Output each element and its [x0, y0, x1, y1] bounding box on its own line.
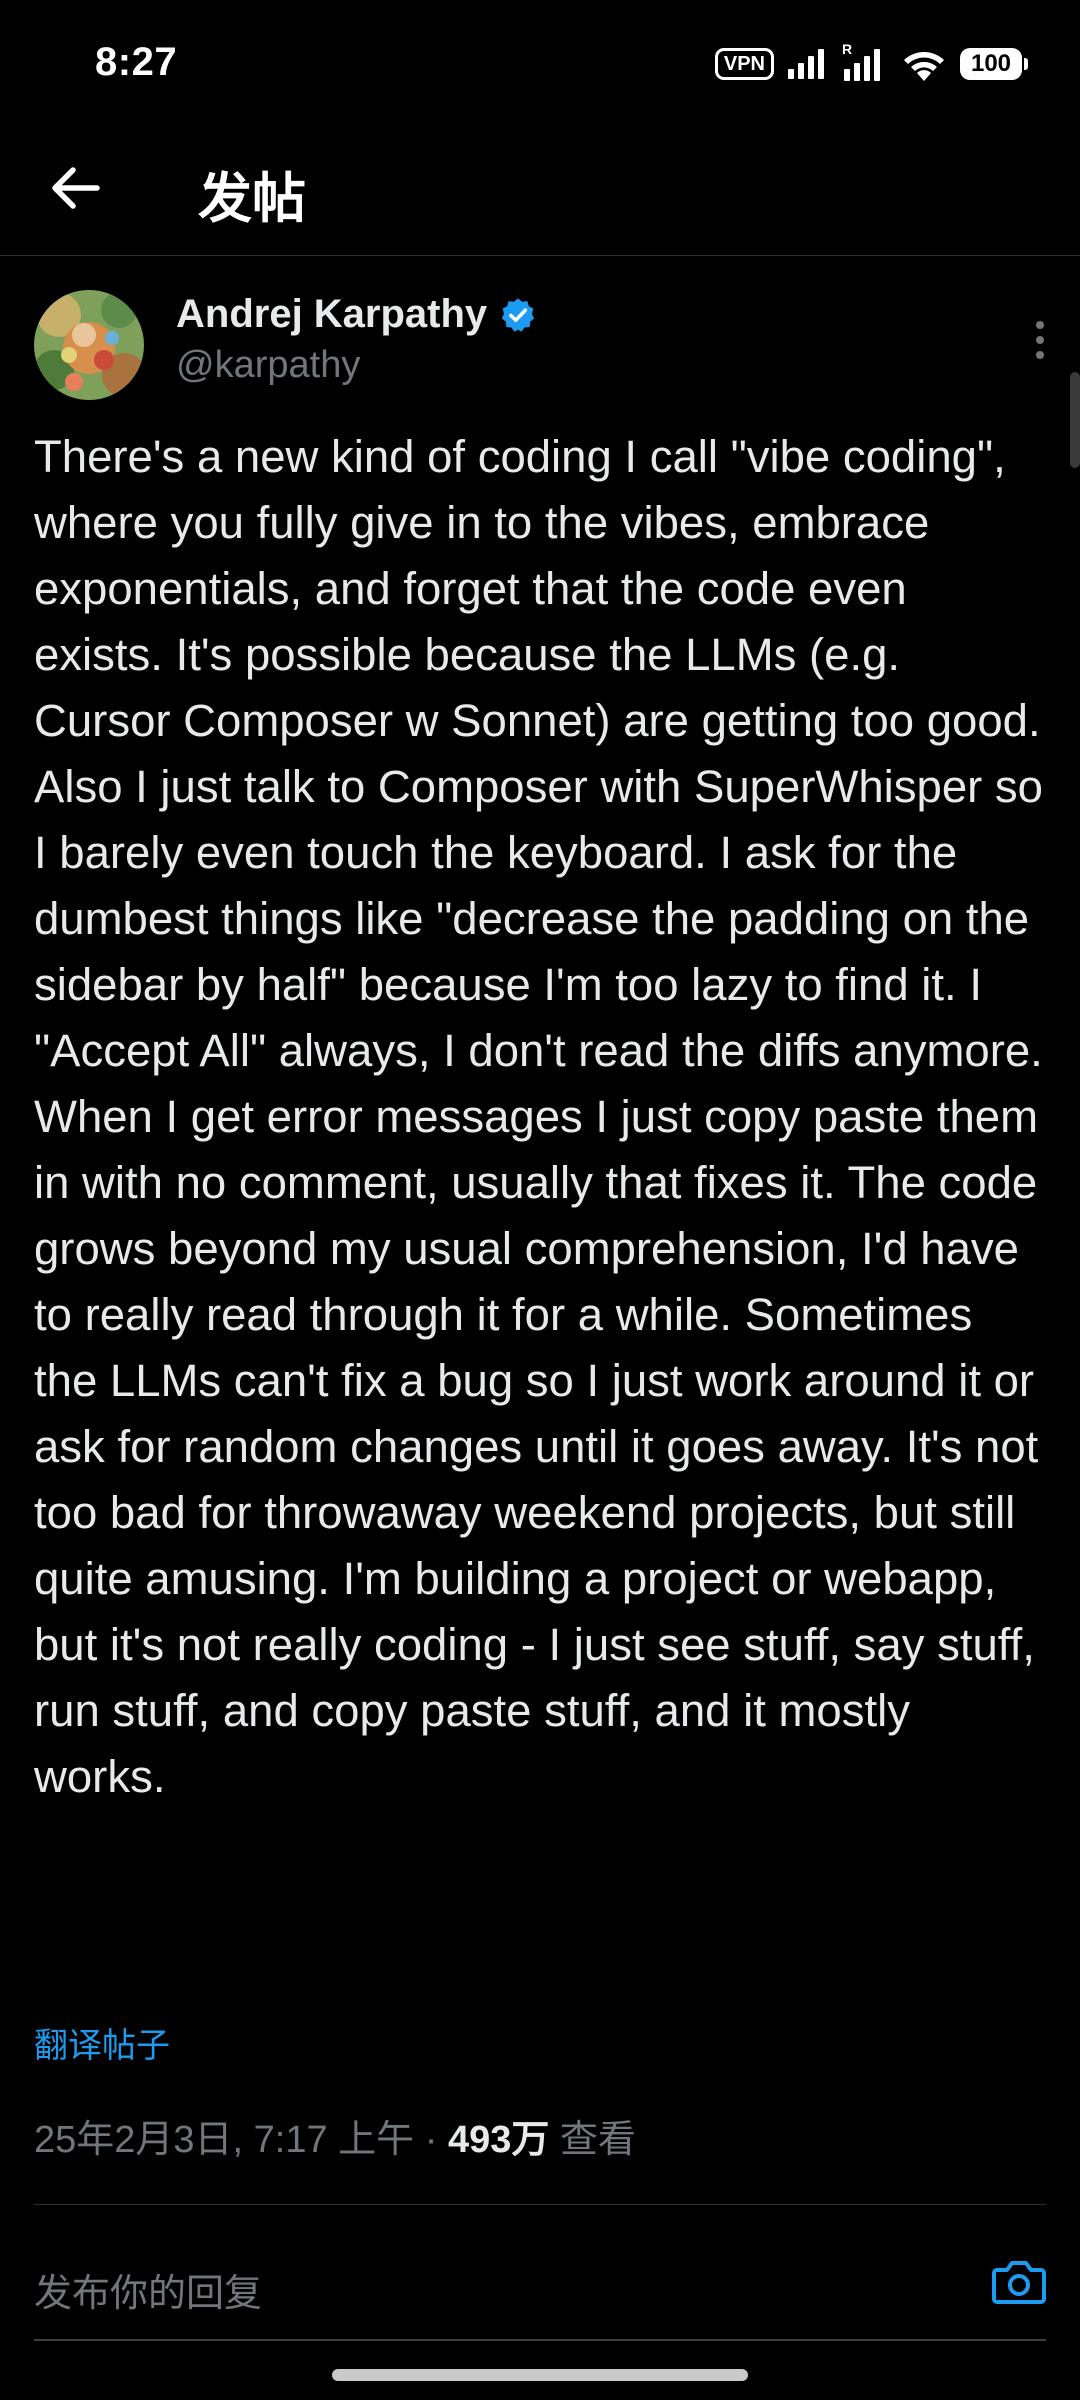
- status-icons: VPN R 100: [714, 41, 1028, 84]
- divider: [34, 2204, 1046, 2205]
- more-options-button[interactable]: [1020, 310, 1060, 370]
- page-title: 发帖: [198, 169, 306, 229]
- home-indicator[interactable]: [332, 2369, 748, 2381]
- meta-separator: ·: [414, 2119, 448, 2161]
- author-row[interactable]: Andrej Karpathy: [176, 292, 537, 337]
- views-count: 493万: [447, 2119, 550, 2161]
- top-app-bar: 发帖: [0, 120, 1080, 256]
- cellular-signal-icon: [788, 49, 824, 79]
- status-time: 8:27: [95, 40, 178, 84]
- scrollbar[interactable]: [1070, 372, 1080, 468]
- cellular-signal-icon: [844, 49, 880, 81]
- verified-badge-icon: [502, 297, 535, 332]
- views-label: 查看: [549, 2119, 636, 2161]
- post-text: There's a new kind of coding I call "vib…: [34, 431, 1043, 1802]
- author-name[interactable]: Andrej Karpathy: [176, 292, 487, 337]
- camera-icon: [992, 2261, 1046, 2304]
- camera-button[interactable]: [990, 2256, 1048, 2308]
- author-handle[interactable]: @karpathy: [176, 344, 360, 387]
- battery-icon: 100: [960, 48, 1028, 80]
- reply-input[interactable]: 发布你的回复: [34, 2262, 262, 2317]
- status-bar: 8:27 VPN R 100: [0, 0, 1080, 120]
- translate-post-link[interactable]: 翻译帖子: [34, 2018, 170, 2067]
- more-vertical-icon: [1036, 321, 1044, 359]
- avatar[interactable]: [34, 290, 144, 400]
- post-meta: 25年2月3日, 7:17 上午 · 493万 查看: [34, 2108, 636, 2163]
- reply-input-underline: [34, 2339, 1046, 2341]
- reply-bar: 发布你的回复: [0, 2220, 1080, 2340]
- wifi-icon: [904, 52, 944, 81]
- post-timestamp[interactable]: 25年2月3日, 7:17 上午: [34, 2119, 414, 2161]
- roaming-signal-group: R: [842, 41, 888, 81]
- avatar-image: [34, 290, 144, 400]
- arrow-left-icon: [52, 167, 100, 209]
- back-button[interactable]: [40, 152, 112, 224]
- vpn-icon: VPN: [714, 48, 774, 80]
